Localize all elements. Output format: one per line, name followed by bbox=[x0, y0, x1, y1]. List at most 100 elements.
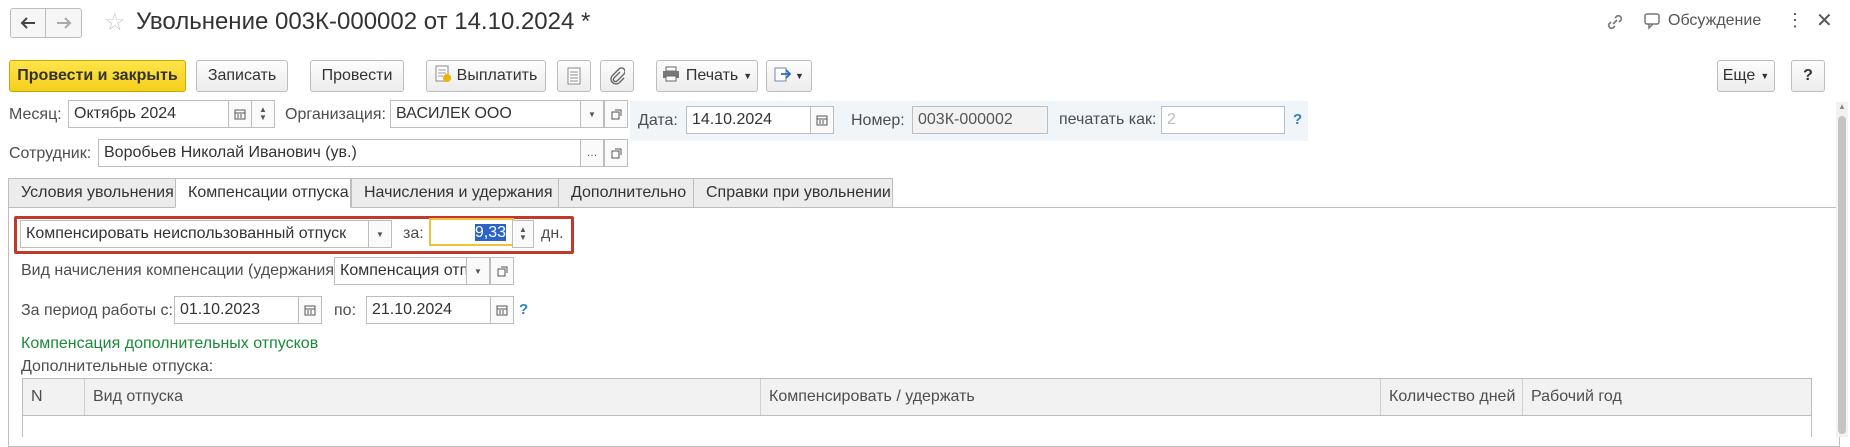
post-button[interactable]: Провести bbox=[310, 60, 404, 92]
dropdown-arrow-icon: ▼ bbox=[474, 266, 482, 276]
discussion-icon[interactable] bbox=[1644, 12, 1664, 35]
more-menu-button[interactable]: Еще ▼ bbox=[1717, 60, 1775, 92]
stepper-down-icon[interactable]: ▼ bbox=[259, 114, 267, 122]
form-scrollbar[interactable]: ▲ bbox=[1836, 102, 1848, 437]
open-window-icon bbox=[497, 266, 507, 276]
register-report-button[interactable] bbox=[557, 60, 591, 92]
tab-dismissal-conditions[interactable]: Условия увольнения bbox=[8, 178, 176, 208]
save-button[interactable]: Записать bbox=[196, 60, 288, 92]
for-label: за: bbox=[403, 225, 424, 242]
organization-field[interactable]: ВАСИЛЕК ООО bbox=[390, 100, 582, 128]
list-doc-icon bbox=[567, 67, 581, 85]
create-based-icon bbox=[774, 65, 792, 88]
stepper-down-icon[interactable]: ▼ bbox=[519, 234, 527, 242]
organization-dropdown-button[interactable]: ▼ bbox=[580, 100, 604, 128]
calendar-icon bbox=[816, 115, 828, 126]
more-button-label: Еще bbox=[1722, 67, 1756, 84]
calendar-button[interactable] bbox=[228, 100, 252, 128]
open-window-icon bbox=[611, 148, 621, 158]
date-field[interactable]: 14.10.2024 bbox=[686, 106, 812, 134]
month-stepper[interactable]: ▲ ▼ bbox=[251, 100, 275, 128]
column-header-vacation-type[interactable]: Вид отпуска bbox=[85, 379, 761, 415]
back-button[interactable] bbox=[10, 8, 46, 38]
close-icon[interactable]: ✕ bbox=[1816, 8, 1833, 33]
calendar-icon bbox=[304, 305, 316, 316]
post-and-close-button[interactable]: Провести и закрыть bbox=[9, 60, 186, 92]
create-based-on-button[interactable]: ▼ bbox=[766, 60, 812, 92]
dropdown-arrow-icon: ▼ bbox=[1760, 71, 1770, 81]
page-title: Увольнение 003К-000002 от 14.10.2024 * bbox=[136, 8, 591, 35]
ellipsis-icon: … bbox=[586, 147, 598, 159]
mode-dropdown-button[interactable]: ▼ bbox=[368, 220, 392, 248]
tab-accruals-deductions[interactable]: Начисления и удержания bbox=[351, 178, 559, 208]
compensation-mode-select[interactable]: Компенсировать неиспользованный отпуск bbox=[20, 220, 370, 248]
period-to-label: по: bbox=[334, 302, 357, 319]
column-header-n[interactable]: N bbox=[23, 379, 85, 415]
calendar-icon bbox=[234, 109, 246, 120]
tab-additional[interactable]: Дополнительно bbox=[558, 178, 694, 208]
date-label: Дата: bbox=[638, 112, 678, 129]
printer-icon bbox=[662, 66, 680, 87]
period-to-field[interactable]: 21.10.2024 bbox=[366, 296, 492, 324]
print-as-field[interactable]: 2 bbox=[1161, 106, 1285, 134]
pay-doc-icon bbox=[435, 65, 451, 88]
dropdown-arrow-icon: ▼ bbox=[795, 71, 804, 81]
tab-dismissal-certificates[interactable]: Справки при увольнении bbox=[693, 178, 893, 208]
paperclip-icon bbox=[610, 67, 625, 85]
additional-vacations-table-body[interactable] bbox=[22, 415, 1812, 437]
organization-label: Организация: bbox=[285, 106, 386, 123]
column-header-days[interactable]: Количество дней bbox=[1381, 379, 1523, 415]
pay-button[interactable]: Выплатить bbox=[426, 60, 546, 92]
employee-field[interactable]: Воробьев Николай Иванович (ув.) bbox=[98, 139, 582, 167]
favorite-star-icon[interactable]: ☆ bbox=[104, 8, 126, 37]
period-to-calendar-button[interactable] bbox=[490, 296, 514, 324]
print-as-help-icon[interactable]: ? bbox=[1293, 111, 1302, 128]
days-stepper[interactable]: ▲ ▼ bbox=[512, 220, 534, 248]
print-button[interactable]: Печать ▼ bbox=[656, 60, 758, 92]
period-from-calendar-button[interactable] bbox=[298, 296, 322, 324]
pay-button-label: Выплатить bbox=[456, 67, 538, 84]
dropdown-arrow-icon: ▼ bbox=[743, 71, 753, 81]
print-as-label: печатать как: bbox=[1059, 111, 1157, 128]
discussion-button[interactable]: Обсуждение bbox=[1668, 12, 1761, 30]
employee-open-button[interactable] bbox=[604, 139, 628, 167]
employee-label: Сотрудник: bbox=[9, 145, 92, 162]
period-help-icon[interactable]: ? bbox=[519, 301, 528, 318]
month-label: Месяц: bbox=[9, 106, 62, 123]
days-unit-label: дн. bbox=[541, 225, 564, 242]
period-from-field[interactable]: 01.10.2023 bbox=[174, 296, 300, 324]
link-icon[interactable] bbox=[1605, 12, 1625, 37]
dropdown-arrow-icon: ▼ bbox=[376, 229, 384, 239]
period-from-label: За период работы с: bbox=[21, 302, 173, 319]
command-bar: Провести и закрыть Записать Провести Вып… bbox=[0, 60, 1850, 92]
employee-select-button[interactable]: … bbox=[580, 139, 604, 167]
number-field: 003К-000002 bbox=[912, 106, 1048, 134]
column-header-work-year[interactable]: Рабочий год bbox=[1523, 379, 1811, 415]
calendar-icon bbox=[496, 305, 508, 316]
open-window-icon bbox=[611, 109, 621, 119]
arrow-right-icon bbox=[56, 17, 71, 29]
more-vertical-icon[interactable]: ⋮ bbox=[1786, 10, 1804, 31]
days-field[interactable]: 9,33 bbox=[429, 218, 514, 246]
help-button[interactable]: ? bbox=[1791, 60, 1825, 92]
accrual-open-button[interactable] bbox=[490, 257, 514, 285]
column-header-compensate[interactable]: Компенсировать / удержать bbox=[761, 379, 1381, 415]
additional-vacations-label: Дополнительные отпуска: bbox=[21, 358, 214, 375]
additional-vacations-table-header: N Вид отпуска Компенсировать / удержать … bbox=[22, 378, 1812, 416]
organization-open-button[interactable] bbox=[604, 100, 628, 128]
scroll-up-icon[interactable]: ▲ bbox=[1838, 102, 1846, 111]
tab-vacation-compensation[interactable]: Компенсации отпуска bbox=[175, 178, 351, 208]
title-bar: ☆ Увольнение 003К-000002 от 14.10.2024 *… bbox=[0, 0, 1850, 46]
scroll-thumb[interactable] bbox=[1838, 116, 1846, 434]
days-value: 9,33 bbox=[474, 224, 506, 241]
accrual-type-field[interactable]: Компенсация отпуска bbox=[334, 257, 468, 285]
attach-button[interactable] bbox=[600, 60, 634, 92]
forward-button[interactable] bbox=[46, 8, 82, 38]
additional-vacations-link[interactable]: Компенсация дополнительных отпусков bbox=[21, 335, 318, 353]
accrual-dropdown-button[interactable]: ▼ bbox=[466, 257, 490, 285]
accrual-type-label: Вид начисления компенсации (удержания): bbox=[21, 262, 344, 279]
print-button-label: Печать bbox=[685, 67, 739, 84]
date-calendar-button[interactable] bbox=[810, 106, 834, 134]
dropdown-arrow-icon: ▼ bbox=[588, 109, 596, 119]
month-field[interactable]: Октябрь 2024 bbox=[68, 100, 230, 128]
